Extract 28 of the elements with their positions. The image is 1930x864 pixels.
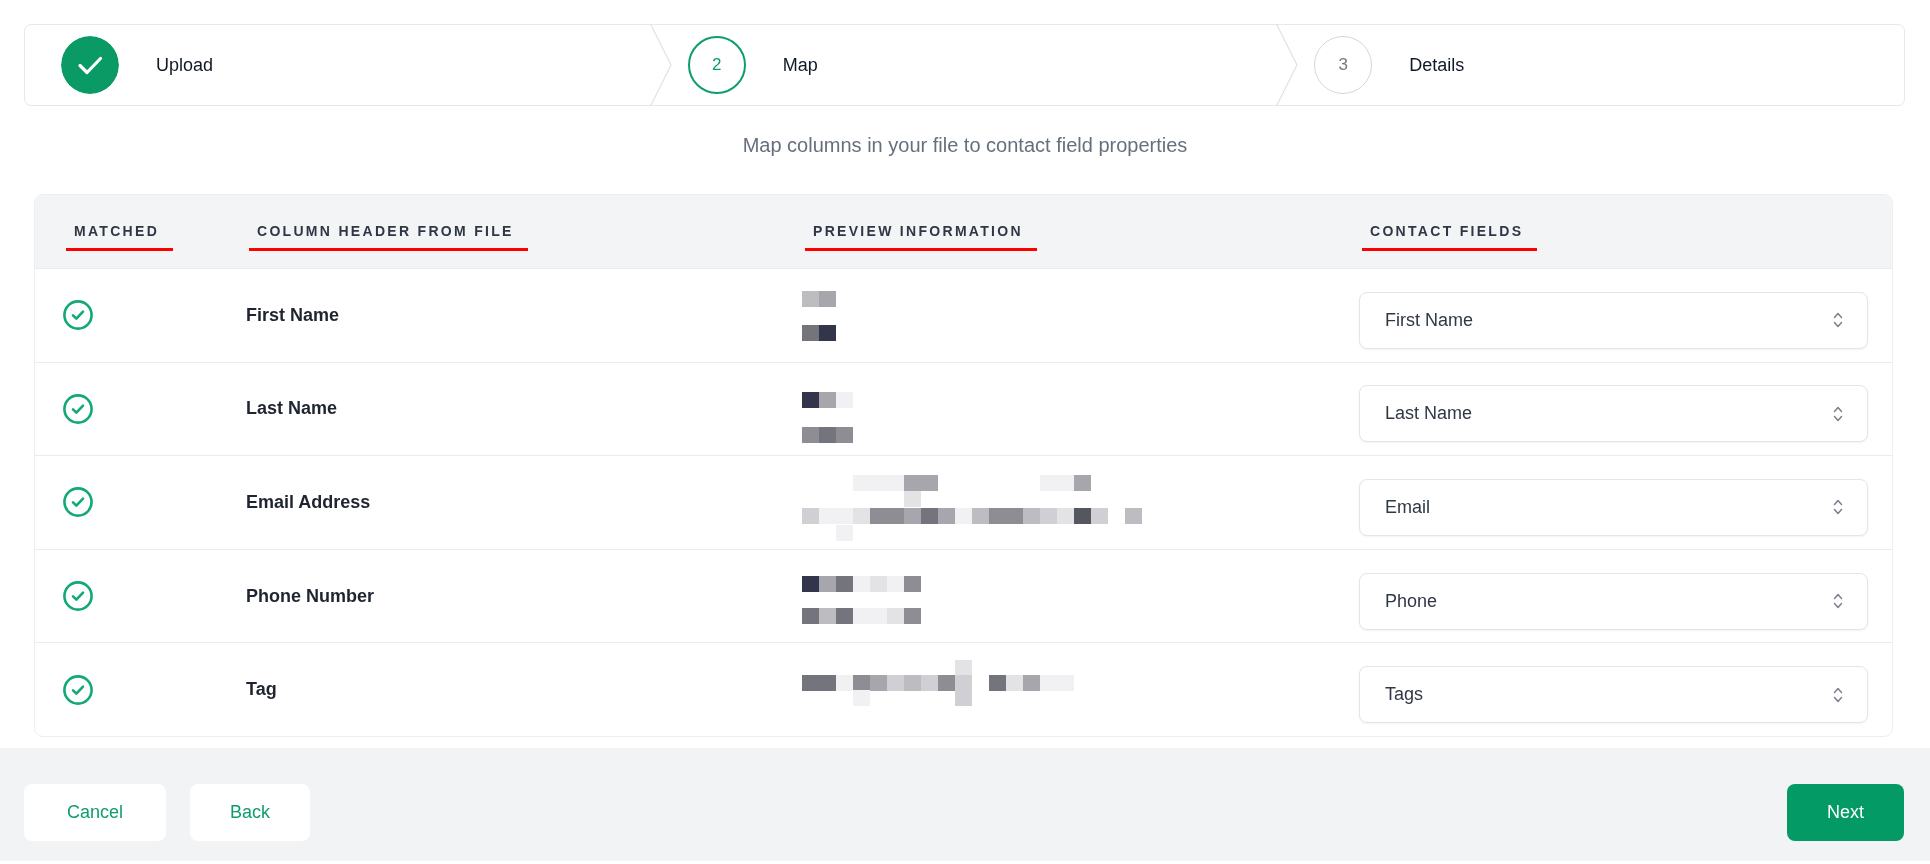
- pixelated-preview-drawing: [802, 391, 853, 443]
- contact-field-select[interactable]: Email: [1359, 479, 1868, 536]
- pixelated-preview-drawing: [802, 291, 836, 341]
- step-label: Map: [782, 54, 818, 76]
- contact-field-select[interactable]: Phone: [1359, 572, 1868, 630]
- column-name: Email Address: [246, 492, 371, 512]
- up-down-chevron-icon: [1833, 404, 1843, 423]
- step-label: Details: [1409, 54, 1465, 76]
- next-button[interactable]: Next: [1787, 783, 1904, 841]
- contact-field-select[interactable]: Last Name: [1359, 385, 1868, 443]
- column-name: Phone Number: [246, 585, 374, 606]
- column-header: CONTACT FIELDS: [1370, 222, 1524, 240]
- step-number: 2: [687, 36, 746, 94]
- step-label: Upload: [156, 54, 214, 76]
- column-header: MATCHED: [74, 222, 160, 240]
- column-header: COLUMN HEADER FROM FILE: [257, 222, 514, 240]
- column-name: First Name: [246, 304, 340, 325]
- column-name: Last Name: [246, 398, 338, 419]
- contact-field-select[interactable]: First Name: [1359, 291, 1868, 349]
- column-name: Tag: [246, 679, 277, 700]
- cancel-button[interactable]: Cancel: [24, 783, 167, 841]
- column-header: PREVIEW INFORMATION: [813, 222, 1023, 240]
- up-down-chevron-icon: [1833, 498, 1843, 517]
- up-down-chevron-icon: [1833, 685, 1843, 704]
- instruction-text: Map columns in your file to contact field properties: [741, 133, 1189, 157]
- contact-field-select[interactable]: Tags: [1359, 666, 1868, 724]
- up-down-chevron-icon: [1833, 311, 1843, 330]
- up-down-chevron-icon: [1833, 592, 1843, 611]
